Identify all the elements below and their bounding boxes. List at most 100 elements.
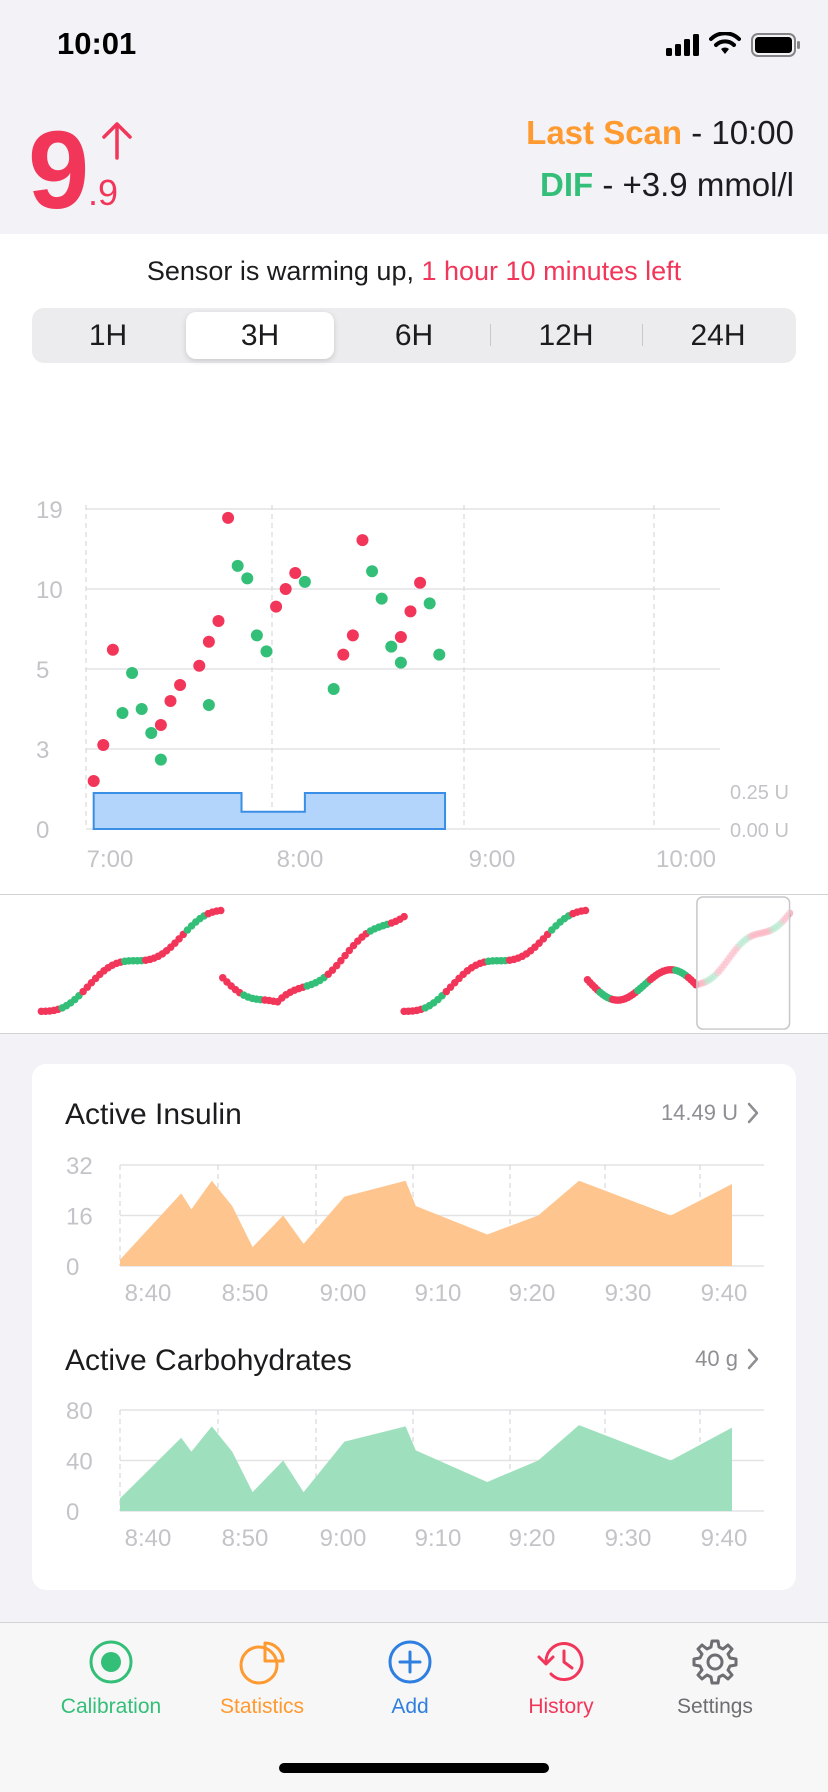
overview-points [37,906,794,1016]
x-tick-label: 9:30 [605,1280,652,1307]
x-tick-label: 9:40 [701,1525,748,1552]
active-summary-card: Active Insulin 14.49 U Active Carbohydra… [32,1064,796,1590]
home-indicator [279,1763,549,1773]
y-tick-label: 80 [66,1398,93,1425]
status-bar: 10:01 [0,0,828,90]
basal-insulin-bars [92,792,447,830]
x-tick-label: 9:00 [469,846,516,873]
range-option-3h[interactable]: 3H [186,312,334,359]
glucose-point-high [289,567,302,579]
y-tick-label: 19 [36,497,63,524]
glucose-point-normal [385,640,398,653]
glucose-header: 9 .9 Last Scan - 10:00 DIF - +3.9 mmol/l [0,90,828,234]
insulin-scale-label: 0.00 U [730,820,789,842]
active-insulin-chart: 32 16 0 8:40 8:50 9:00 9:10 9:20 9:30 9:40 [66,1153,764,1307]
x-tick-label: 9:40 [701,1280,748,1307]
overview-point-high [400,912,408,921]
glucose-point-high [279,583,292,595]
y-tick-label: 32 [66,1153,93,1180]
time-range-selector: 1H 3H 6H 12H 24H [32,308,796,363]
glucose-point-normal [145,727,158,739]
overview-point-high [581,906,590,915]
last-scan-label: Last Scan [526,114,683,151]
tab-calibration[interactable]: Calibration [31,1623,191,1733]
glucose-point-normal [366,565,379,578]
x-tick-label: 8:50 [222,1525,269,1552]
glucose-point-normal [154,753,167,766]
glucose-point-normal [231,559,244,572]
tab-add[interactable]: Add [330,1623,490,1733]
active-charts: 321608:40 8:50 9:00 9:10 9:20 9:30 9:40 804008… [66,1153,764,1552]
glucose-point-normal [375,592,388,605]
range-option-24h[interactable]: 24H [642,308,794,363]
glucose-point-normal [423,597,436,610]
x-tick-label: 8:00 [277,846,324,873]
x-tick-label: 8:50 [222,1280,269,1307]
glucose-point-high [87,775,100,787]
glucose-point-normal [135,703,148,715]
x-tick-label: 9:00 [320,1280,367,1307]
glucose-point-normal [116,707,129,719]
add-icon [388,1640,432,1684]
glucose-point-normal [260,645,273,658]
sensor-status-message: Sensor is warming up, 1 hour 10 minutes … [0,256,828,287]
x-tick-label: 10:00 [656,846,716,873]
glucose-point-high [212,615,225,627]
basal-insulin-area [92,792,447,830]
glucose-point-high [356,534,369,547]
glucose-point-high [394,631,407,643]
glucose-point-high [154,719,167,731]
glucose-point-high [337,648,350,661]
overview-viewport-handle[interactable] [696,896,791,1030]
tab-statistics[interactable]: Statistics [182,1623,342,1733]
x-tick-label: 8:40 [125,1280,172,1307]
tab-settings[interactable]: Settings [635,1623,795,1733]
glucose-point-high [270,600,283,613]
glucose-point-normal [241,572,254,585]
range-option-12h[interactable]: 12H [490,308,642,363]
glucose-point-normal [250,629,263,642]
glucose-point-high [164,695,177,707]
last-scan-line: Last Scan - 10:00 [526,114,794,152]
dif-label: DIF [540,166,594,203]
tab-label-add: Add [391,1695,429,1718]
overview-point-high [217,906,225,915]
glucose-point-high [346,629,359,642]
y-tick-label: 16 [66,1204,93,1231]
range-option-1h[interactable]: 1H [32,308,184,363]
y-tick-label: 5 [36,657,49,684]
glucose-point-normal [298,575,311,588]
trend-up-arrow-icon [102,122,132,160]
x-tick-label: 9:20 [509,1525,556,1552]
tab-history[interactable]: History [481,1623,641,1733]
x-tick-label: 9:10 [415,1525,462,1552]
area-fill [120,1180,732,1266]
y-tick-label: 40 [66,1449,93,1476]
sensor-warmup-text: Sensor is warming up, [146,256,414,286]
history-overview-strip[interactable] [0,894,828,1034]
glucose-point-high [222,511,235,524]
glucose-point-high [106,643,119,656]
battery-icon [751,33,800,57]
x-tick-label: 9:10 [415,1280,462,1307]
status-time: 10:01 [57,26,137,61]
tab-label-calibration: Calibration [60,1695,162,1718]
glucose-point-high [404,605,417,618]
history-icon [537,1642,584,1682]
x-tick-label: 9:30 [605,1525,652,1552]
glucose-points [87,511,446,787]
glucose-point-normal [202,699,215,711]
insulin-scale-label: 0.25 U [730,782,789,804]
glucose-point-normal [394,656,407,669]
calibration-icon [89,1640,133,1684]
dif-value: - +3.9 mmol/l [602,166,794,203]
y-tick-label: 3 [36,737,49,764]
y-tick-label: 0 [36,817,49,844]
glucose-value-integer: 9 [28,109,89,232]
glucose-point-normal [126,667,139,679]
glucose-point-normal [327,683,340,695]
sensor-time-left: 1 hour 10 minutes left [421,256,682,286]
dif-line: DIF - +3.9 mmol/l [540,166,794,204]
area-fill [120,1425,732,1511]
range-option-6h[interactable]: 6H [338,308,490,363]
